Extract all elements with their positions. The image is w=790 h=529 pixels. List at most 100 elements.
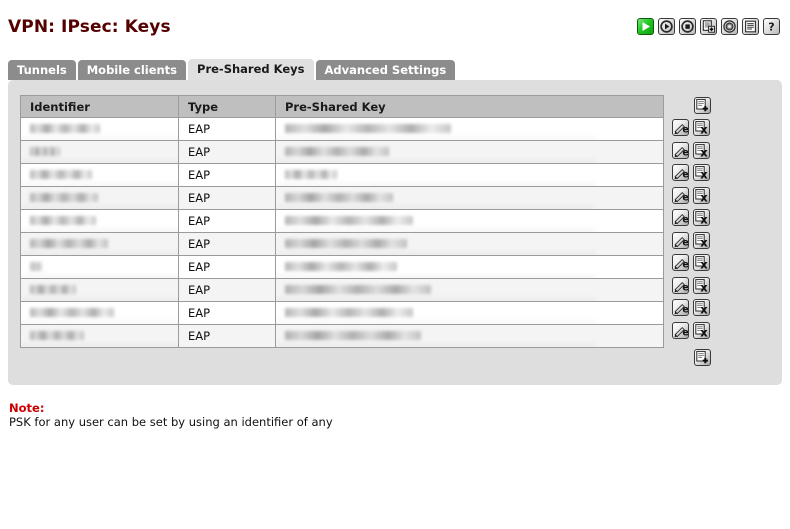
delete-icon[interactable]: x [693, 141, 710, 159]
svg-text:x: x [700, 168, 708, 180]
cell-identifier[interactable] [20, 163, 179, 187]
table-row[interactable]: EAP [20, 186, 664, 210]
table-row[interactable]: EAP [20, 209, 664, 233]
cell-identifier[interactable] [20, 232, 179, 256]
reboot-icon[interactable] [658, 18, 675, 35]
cell-identifier[interactable] [20, 140, 179, 164]
table-row[interactable]: EAP [20, 255, 664, 279]
cell-type: EAP [178, 186, 276, 210]
delete-icon[interactable]: x [693, 209, 710, 227]
content-panel: Identifier Type Pre-Shared Key EAP EAP EAP… [8, 80, 782, 385]
svg-text:e: e [682, 215, 688, 225]
log-icon[interactable] [742, 18, 759, 35]
add-row-icon-top[interactable] [694, 96, 711, 114]
edit-icon[interactable]: e [672, 141, 689, 159]
edit-icon[interactable]: e [672, 299, 689, 317]
svg-text:e: e [682, 260, 688, 270]
delete-icon[interactable]: x [693, 299, 710, 317]
table-body: EAP EAP EAP EAP EAP EAP EAP EAP EAP EAP [20, 117, 664, 348]
table-row[interactable]: EAP [20, 301, 664, 325]
tab-pre-shared-keys[interactable]: Pre-Shared Keys [188, 59, 314, 80]
cell-pre-shared-key[interactable] [275, 186, 664, 210]
table-row[interactable]: EAP [20, 232, 664, 256]
redaction-bar [30, 124, 100, 133]
page-header: VPN: IPsec: Keys ? [0, 0, 790, 50]
cell-identifier[interactable] [20, 301, 179, 325]
edit-icon[interactable]: e [672, 321, 689, 339]
edit-icon[interactable]: e [672, 119, 689, 137]
cell-pre-shared-key[interactable] [275, 117, 664, 141]
delete-icon[interactable]: x [693, 164, 710, 182]
row-actions: ex [672, 184, 722, 207]
cell-pre-shared-key[interactable] [275, 301, 664, 325]
help-icon[interactable]: ? [763, 18, 780, 35]
edit-icon[interactable]: e [672, 186, 689, 204]
table-row[interactable]: EAP [20, 140, 664, 164]
add-row-top-wrap [694, 96, 711, 114]
redaction-bar [30, 193, 98, 202]
halt-icon[interactable] [679, 18, 696, 35]
edit-icon[interactable]: e [672, 164, 689, 182]
pre-shared-key-value-redacted [285, 280, 663, 301]
pre-shared-key-value-redacted [285, 165, 663, 186]
cell-pre-shared-key[interactable] [275, 163, 664, 187]
tab-mobile-clients[interactable]: Mobile clients [77, 60, 187, 80]
note-label: Note: [9, 401, 45, 415]
delete-icon[interactable]: x [693, 119, 710, 137]
cell-type: EAP [178, 324, 276, 348]
svg-text:x: x [700, 280, 708, 292]
edit-icon[interactable]: e [672, 231, 689, 249]
redaction-bar [30, 170, 92, 179]
edit-icon[interactable]: e [672, 254, 689, 272]
row-actions: ex [672, 319, 722, 342]
pre-shared-key-value-redacted [285, 326, 663, 347]
identifier-value-redacted [30, 211, 178, 232]
tab-advanced-settings[interactable]: Advanced Settings [315, 60, 456, 80]
add-icon[interactable] [700, 18, 717, 35]
cell-identifier[interactable] [20, 186, 179, 210]
identifier-value-redacted [30, 257, 178, 278]
settings-icon[interactable] [721, 18, 738, 35]
redaction-bar [285, 285, 431, 294]
add-row-icon-bottom[interactable] [694, 348, 711, 366]
identifier-value-redacted [30, 165, 178, 186]
table-row[interactable]: EAP [20, 117, 664, 141]
delete-icon[interactable]: x [693, 276, 710, 294]
pre-shared-key-value-redacted [285, 119, 663, 140]
cell-identifier[interactable] [20, 324, 179, 348]
redaction-bar [30, 308, 114, 317]
cell-pre-shared-key[interactable] [275, 140, 664, 164]
table-header: Identifier Type Pre-Shared Key [20, 95, 664, 118]
cell-identifier[interactable] [20, 209, 179, 233]
pre-shared-key-value-redacted [285, 303, 663, 324]
play-icon[interactable] [637, 18, 654, 35]
cell-identifier[interactable] [20, 255, 179, 279]
table-row[interactable]: EAP [20, 163, 664, 187]
cell-identifier[interactable] [20, 117, 179, 141]
cell-pre-shared-key[interactable] [275, 209, 664, 233]
delete-icon[interactable]: x [693, 231, 710, 249]
cell-type: EAP [178, 163, 276, 187]
pre-shared-keys-table: Identifier Type Pre-Shared Key EAP EAP EAP… [20, 95, 664, 348]
cell-pre-shared-key[interactable] [275, 232, 664, 256]
cell-identifier[interactable] [20, 278, 179, 302]
delete-icon[interactable]: x [693, 186, 710, 204]
cell-pre-shared-key[interactable] [275, 278, 664, 302]
table-row[interactable]: EAP [20, 324, 664, 348]
edit-icon[interactable]: e [672, 209, 689, 227]
pre-shared-key-value-redacted [285, 257, 663, 278]
column-header-identifier: Identifier [20, 95, 179, 118]
cell-pre-shared-key[interactable] [275, 324, 664, 348]
svg-text:x: x [700, 190, 708, 202]
cell-type: EAP [178, 278, 276, 302]
delete-icon[interactable]: x [693, 254, 710, 272]
redaction-bar [285, 147, 389, 156]
redaction-bar [285, 331, 421, 340]
delete-icon[interactable]: x [693, 321, 710, 339]
cell-pre-shared-key[interactable] [275, 255, 664, 279]
row-actions: ex [672, 207, 722, 230]
tab-tunnels[interactable]: Tunnels [8, 60, 76, 80]
note-text: PSK for any user can be set by using an … [9, 415, 333, 429]
edit-icon[interactable]: e [672, 276, 689, 294]
table-row[interactable]: EAP [20, 278, 664, 302]
